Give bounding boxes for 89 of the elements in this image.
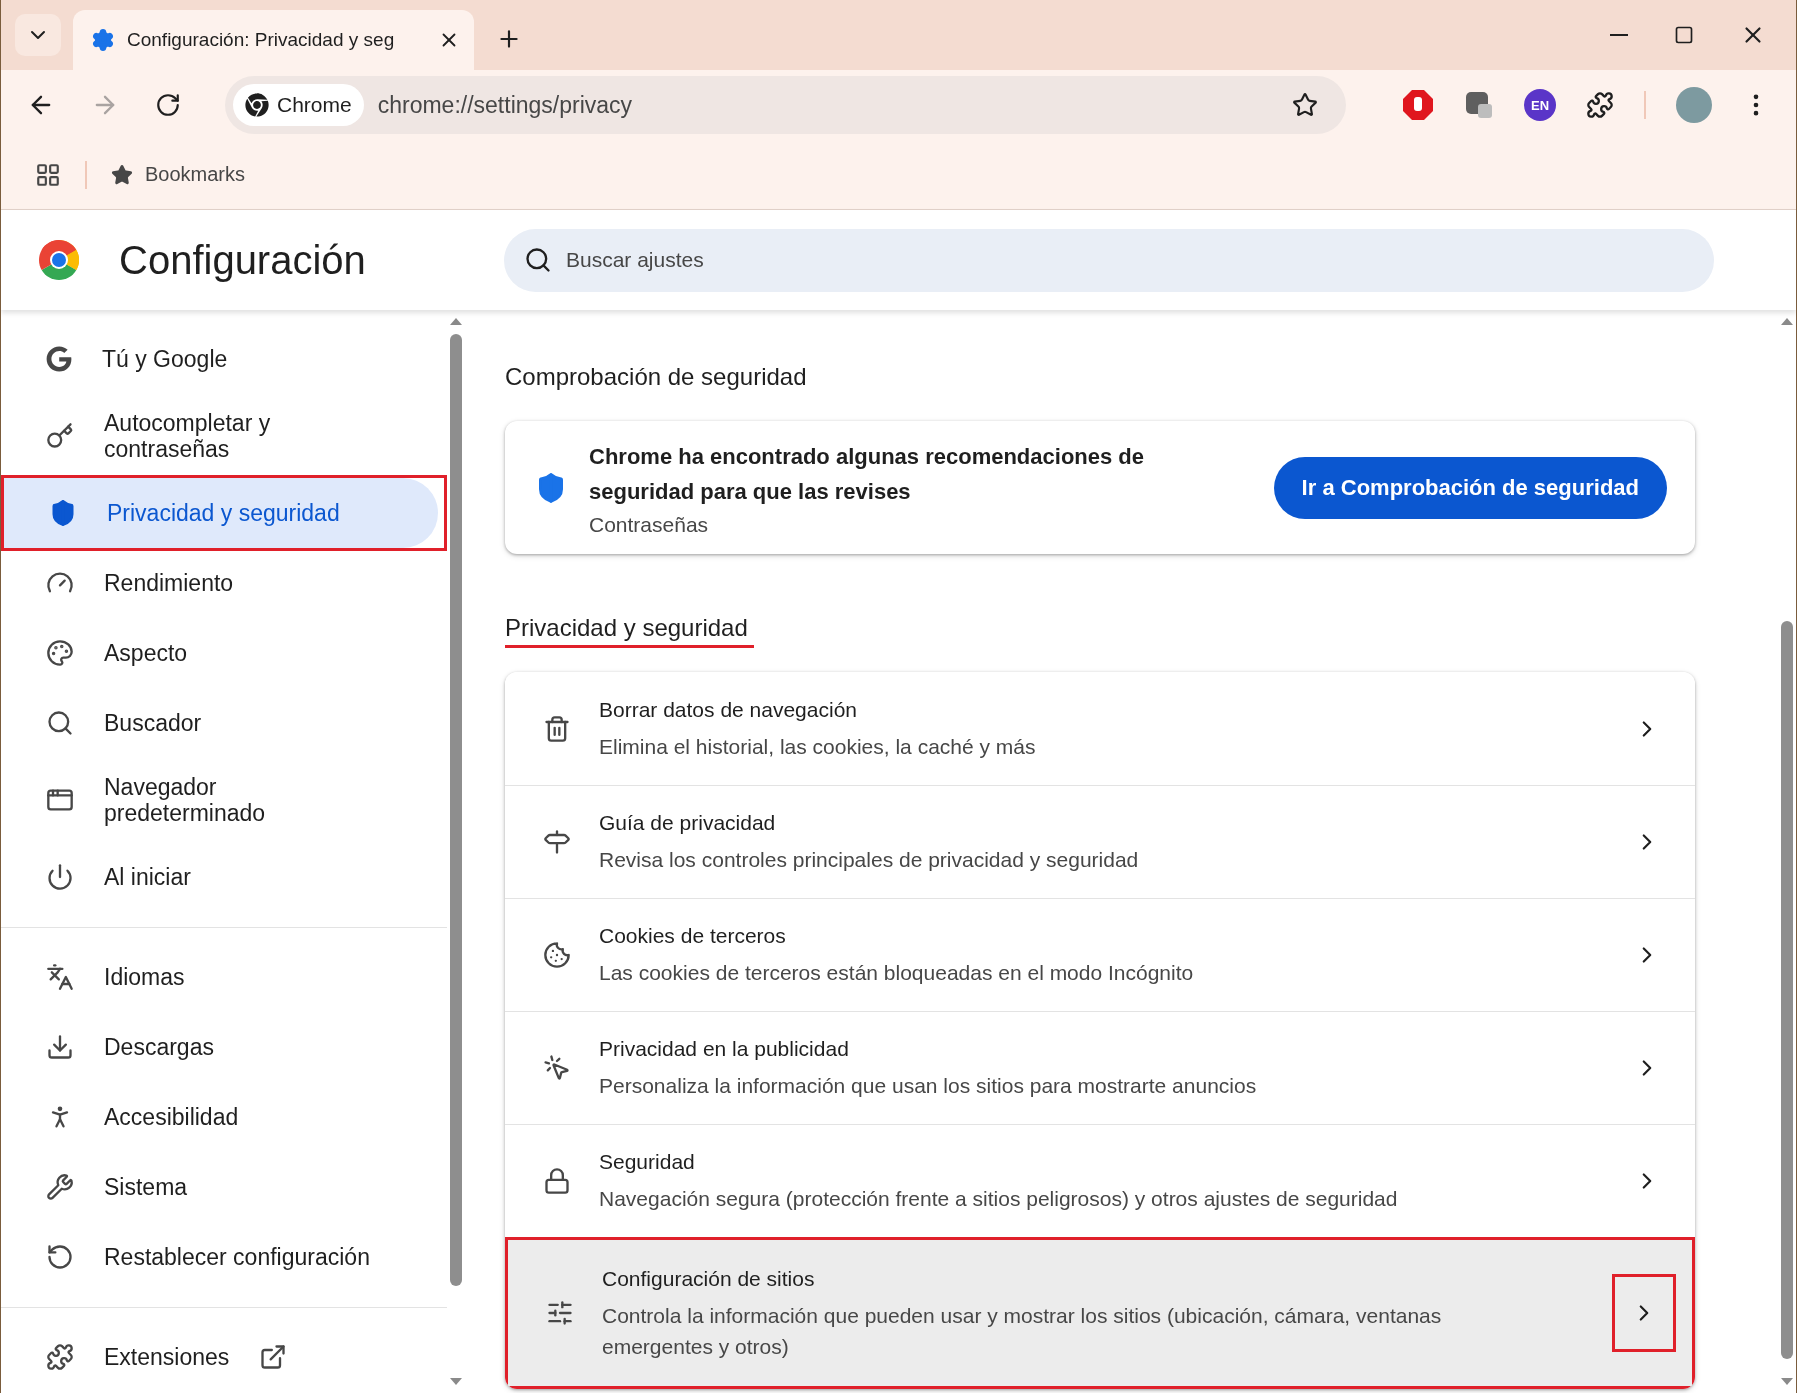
scroll-up-icon[interactable] <box>1781 318 1793 325</box>
language-badge[interactable]: EN <box>1524 89 1556 121</box>
tab-search-button[interactable] <box>15 14 61 56</box>
site-chip[interactable]: Chrome <box>233 84 364 126</box>
sidebar-item[interactable]: Autocompletar y contraseñas <box>1 394 435 478</box>
address-bar[interactable]: Chrome chrome://settings/privacy <box>225 76 1346 134</box>
external-link-icon <box>259 1343 288 1371</box>
sidebar-item[interactable]: Extensiones <box>1 1322 435 1392</box>
sidebar-item[interactable]: Privacidad y seguridad <box>4 478 438 548</box>
download-icon <box>46 1033 74 1061</box>
sidebar-item[interactable]: Sistema <box>1 1152 435 1222</box>
settings-row[interactable]: Cookies de terceros Las cookies de terceros están bloqueadas en el modo Incógnito <box>505 898 1695 1011</box>
scroll-down-icon[interactable] <box>1781 1378 1793 1385</box>
section-heading: Comprobación de seguridad <box>505 362 807 392</box>
tab-title: Configuración: Privacidad y seg <box>127 29 396 51</box>
palette-icon <box>46 639 74 667</box>
row-description: Personaliza la información que usan los sitios para mostrarte anuncios <box>599 1073 1258 1099</box>
gear-icon <box>91 28 115 52</box>
sidebar-item[interactable]: Descargas <box>1 1012 435 1082</box>
reload-button[interactable] <box>155 92 181 118</box>
stop-sign-icon[interactable] <box>1402 89 1434 121</box>
cursor-click-icon <box>543 1054 571 1082</box>
row-title: Cookies de terceros <box>599 923 787 949</box>
url-text: chrome://settings/privacy <box>377 91 634 119</box>
settings-row[interactable]: Guía de privacidad Revisa los controles principales de privacidad y seguridad <box>505 785 1695 898</box>
reset-icon <box>46 1243 74 1271</box>
scrollbar-thumb[interactable] <box>450 334 462 1286</box>
sidebar-item[interactable]: Restablecer configuración <box>1 1222 435 1292</box>
sidebar-item[interactable]: Accesibilidad <box>1 1082 435 1152</box>
puzzle-icon[interactable] <box>1586 91 1614 119</box>
bookmark-star-button[interactable] <box>1292 92 1318 118</box>
safety-detail: Contraseñas <box>589 512 710 537</box>
sidebar-item[interactable]: Rendimiento <box>1 548 435 618</box>
row-title: Guía de privacidad <box>599 810 777 836</box>
chrome-icon <box>245 93 269 117</box>
row-title: Borrar datos de navegación <box>599 696 858 723</box>
extension-icon[interactable] <box>1464 90 1494 120</box>
scroll-down-icon[interactable] <box>450 1378 462 1385</box>
puzzle-icon <box>46 1343 74 1371</box>
key-icon <box>46 422 74 450</box>
profile-avatar[interactable] <box>1676 87 1712 123</box>
star-icon <box>111 163 133 186</box>
power-icon <box>46 863 74 891</box>
sidebar-item[interactable]: Al iniciar <box>1 842 435 912</box>
row-description: Revisa los controles principales de privacidad y seguridad <box>599 847 1140 873</box>
sidebar-item[interactable]: Idiomas <box>1 942 435 1012</box>
apps-grid-icon[interactable] <box>35 161 61 188</box>
translate-icon <box>46 963 74 991</box>
trash-icon <box>543 714 571 743</box>
row-title: Seguridad <box>599 1149 696 1175</box>
sidebar-item[interactable]: Navegador predeterminado <box>1 758 435 842</box>
chevron-button[interactable] <box>1612 1274 1676 1352</box>
sliders-icon <box>546 1299 574 1327</box>
settings-row[interactable]: Configuración de sitios Controla la información que pueden usar y mostrar los sitios (ubicación, cámara, ventanas emergentes y otros) <box>505 1237 1695 1389</box>
row-description: Navegación segura (protección frente a sitios peligrosos) y otros ajustes de seguridad <box>599 1186 1399 1212</box>
reload-icon <box>155 92 181 118</box>
row-description: Controla la información que pueden usar y mostrar los sitios (ubicación, cámara, ventanas emergentes y otros) <box>602 1302 1443 1360</box>
cookie-icon <box>543 941 571 969</box>
safety-message: Chrome ha encontrado algunas recomendaciones de seguridad para que las revises <box>589 442 1146 506</box>
minimize-icon <box>1610 34 1628 36</box>
page-title: Configuración <box>119 237 367 283</box>
signpost-icon <box>543 828 571 856</box>
browser-tab[interactable]: Configuración: Privacidad y seg <box>73 10 474 70</box>
g-logo-icon <box>46 346 72 372</box>
star-icon <box>1292 92 1318 118</box>
maximize-icon <box>1674 25 1694 45</box>
safety-check-button[interactable]: Ir a Comprobación de seguridad <box>1273 456 1667 519</box>
row-title: Privacidad en la publicidad <box>599 1036 850 1062</box>
search-icon <box>46 709 74 737</box>
section-heading: Privacidad y seguridad <box>505 613 754 648</box>
sidebar-item[interactable]: Buscador <box>1 688 435 758</box>
settings-row[interactable]: Seguridad Navegación segura (protección frente a sitios peligrosos) y otros ajustes de seguridad <box>505 1124 1695 1237</box>
search-input[interactable]: Buscar ajustes <box>564 247 1694 273</box>
row-description: Elimina el historial, las cookies, la caché y más <box>599 733 1037 760</box>
row-description: Las cookies de terceros están bloqueadas en el modo Incógnito <box>599 960 1195 986</box>
chrome-logo-icon <box>39 240 79 280</box>
sidebar-item[interactable]: Aspecto <box>1 618 435 688</box>
wrench-icon <box>46 1173 74 1201</box>
sidebar-item-label: Extensiones <box>104 1344 230 1370</box>
row-title: Configuración de sitios <box>602 1265 816 1292</box>
lock-icon <box>543 1167 571 1195</box>
scroll-up-icon[interactable] <box>450 318 462 325</box>
search-field[interactable]: Buscar ajustes <box>504 228 1714 292</box>
sidebar-item[interactable]: Tú y Google <box>1 324 435 394</box>
scrollbar-thumb[interactable] <box>1781 621 1793 1359</box>
search-icon <box>524 246 552 274</box>
bookmarks-folder[interactable]: Bookmarks <box>111 163 246 186</box>
settings-row[interactable]: Privacidad en la publicidad Personaliza la información que usan los sitios para mostrarte anuncios <box>505 1011 1695 1124</box>
settings-row[interactable]: Borrar datos de navegación Elimina el historial, las cookies, la caché y más <box>505 672 1695 785</box>
